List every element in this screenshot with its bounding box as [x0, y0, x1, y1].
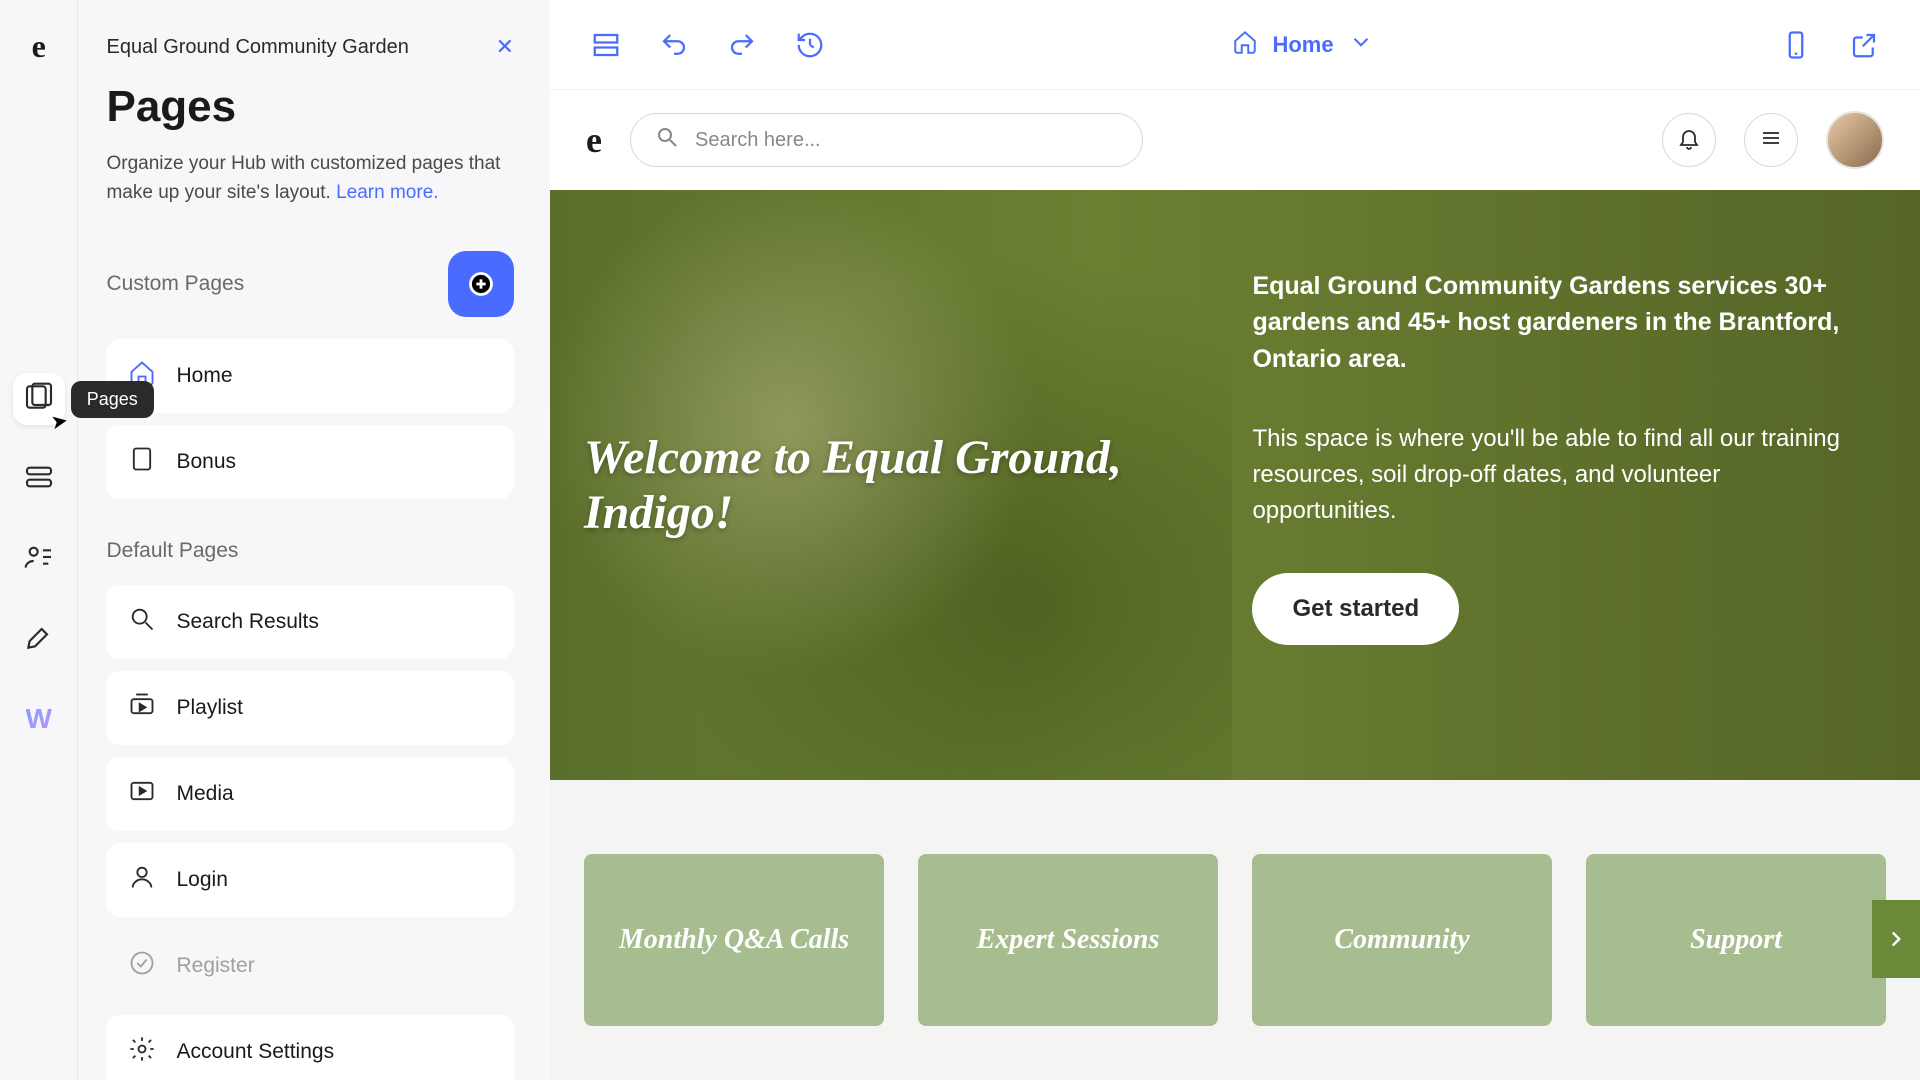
- card-item[interactable]: Expert Sessions: [918, 854, 1218, 1026]
- cursor-icon: ➤: [49, 408, 70, 436]
- playlist-icon: [128, 691, 156, 725]
- search-icon: [128, 605, 156, 639]
- page-item-media[interactable]: Media: [106, 757, 514, 831]
- scroll-next-button[interactable]: [1872, 900, 1920, 978]
- media-icon: [128, 777, 156, 811]
- page-item-register[interactable]: Register: [106, 929, 514, 1003]
- main-area: Home e Search here... Welcom: [550, 0, 1920, 1080]
- side-panel: Equal Ground Community Garden ✕ Pages Or…: [78, 0, 550, 1080]
- undo-button[interactable]: [654, 25, 694, 65]
- hero-subtitle: Equal Ground Community Gardens services …: [1252, 268, 1870, 377]
- add-page-button[interactable]: [448, 251, 514, 317]
- icon-rail: e Pages ➤ W: [0, 0, 78, 1080]
- topbar: Home: [550, 0, 1920, 90]
- page-item-bonus[interactable]: Bonus: [106, 425, 514, 499]
- brush-icon: [23, 621, 55, 658]
- home-icon: [1232, 29, 1258, 61]
- app-logo: e: [32, 28, 46, 65]
- default-pages-label: Default Pages: [106, 539, 514, 563]
- page-item-login[interactable]: Login: [106, 843, 514, 917]
- page-label: Search Results: [176, 610, 318, 634]
- card-item[interactable]: Monthly Q&A Calls: [584, 854, 884, 1026]
- hero: Welcome to Equal Ground, Indigo! Equal G…: [550, 190, 1920, 780]
- gear-icon: [128, 1035, 156, 1069]
- people-icon: [23, 541, 55, 578]
- check-icon: [128, 949, 156, 983]
- hero-description: This space is where you'll be able to fi…: [1252, 421, 1870, 529]
- page-label: Media: [176, 782, 233, 806]
- nav-people[interactable]: [13, 533, 65, 585]
- nav-design[interactable]: [13, 613, 65, 665]
- nav-rows[interactable]: [13, 453, 65, 505]
- page-label: Account Settings: [176, 1040, 334, 1064]
- avatar[interactable]: [1826, 111, 1884, 169]
- bell-icon: [1677, 126, 1701, 155]
- search-input[interactable]: Search here...: [630, 113, 1143, 167]
- custom-pages-label: Custom Pages: [106, 272, 244, 296]
- w-icon: W: [26, 703, 52, 735]
- card-item[interactable]: Support: [1586, 854, 1886, 1026]
- search-placeholder: Search here...: [695, 129, 821, 152]
- panel-description: Organize your Hub with customized pages …: [106, 150, 514, 207]
- menu-icon: [1759, 126, 1783, 155]
- history-button[interactable]: [790, 25, 830, 65]
- rows-icon: [23, 461, 55, 498]
- preview-canvas: e Search here... Welcome to Equal Ground…: [550, 90, 1920, 1080]
- redo-button[interactable]: [722, 25, 762, 65]
- page-item-home[interactable]: Home: [106, 339, 514, 413]
- page-label: Login: [176, 868, 227, 892]
- page-label: Home: [176, 364, 232, 388]
- page-label: Bonus: [176, 450, 236, 474]
- page-item-playlist[interactable]: Playlist: [106, 671, 514, 745]
- search-icon: [655, 125, 679, 155]
- page-item-search-results[interactable]: Search Results: [106, 585, 514, 659]
- cards-row: Monthly Q&A Calls Expert Sessions Commun…: [550, 780, 1920, 1056]
- tooltip: Pages: [71, 381, 154, 418]
- page-selector[interactable]: Home: [1232, 29, 1373, 61]
- open-external-button[interactable]: [1844, 25, 1884, 65]
- preview-header: e Search here...: [550, 90, 1920, 190]
- page-selector-label: Home: [1272, 32, 1333, 58]
- page-icon: [128, 445, 156, 479]
- page-item-account-settings[interactable]: Account Settings: [106, 1015, 514, 1080]
- cta-button[interactable]: Get started: [1252, 573, 1459, 645]
- hero-title: Welcome to Equal Ground, Indigo!: [584, 430, 1232, 540]
- site-logo: e: [586, 119, 602, 161]
- page-label: Playlist: [176, 696, 243, 720]
- panel-title: Pages: [106, 82, 514, 132]
- layout-button[interactable]: [586, 25, 626, 65]
- mobile-preview-button[interactable]: [1776, 25, 1816, 65]
- user-icon: [128, 863, 156, 897]
- close-panel-button[interactable]: ✕: [496, 34, 514, 60]
- nav-pages[interactable]: Pages ➤: [13, 373, 65, 425]
- nav-w[interactable]: W: [13, 693, 65, 745]
- chevron-down-icon: [1348, 29, 1374, 61]
- menu-button[interactable]: [1744, 113, 1798, 167]
- project-name: Equal Ground Community Garden: [106, 36, 408, 59]
- page-label: Register: [176, 954, 254, 978]
- learn-more-link[interactable]: Learn more.: [336, 182, 438, 203]
- notifications-button[interactable]: [1662, 113, 1716, 167]
- card-item[interactable]: Community: [1252, 854, 1552, 1026]
